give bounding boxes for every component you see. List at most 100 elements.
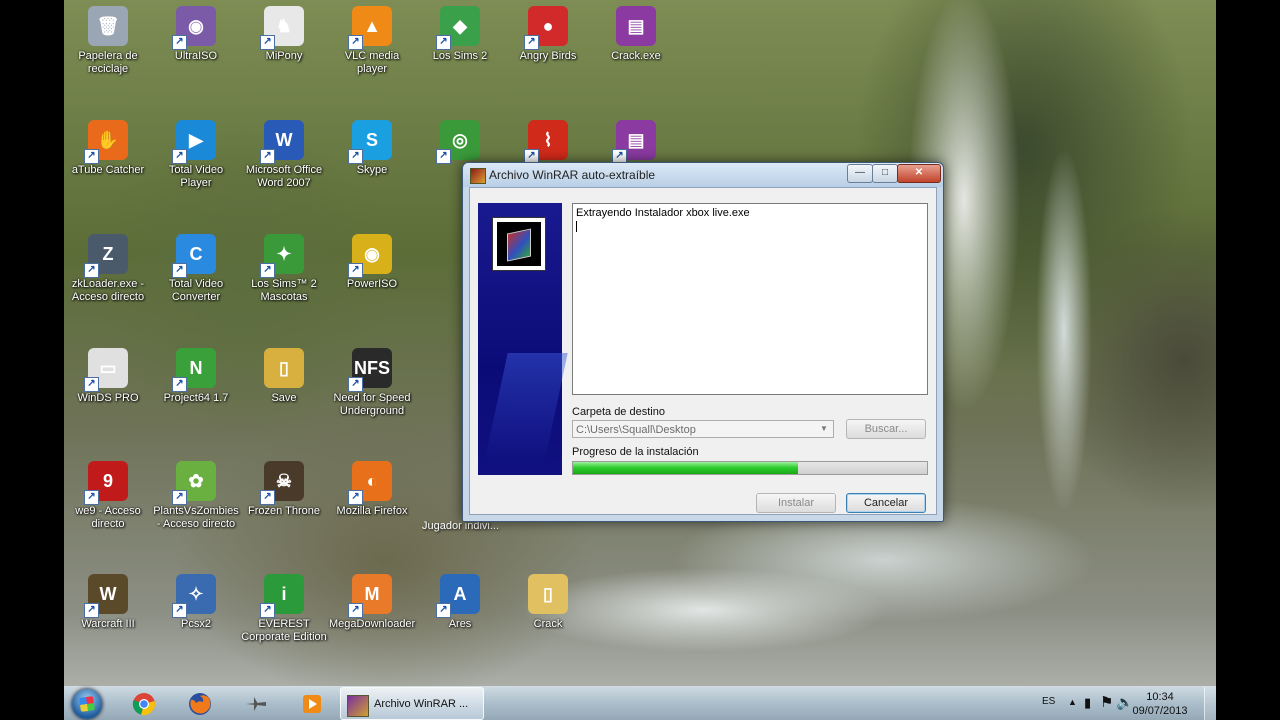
desktop-icon-label: Angry Birds [519, 50, 577, 62]
desktop-icon[interactable]: 9 ↗ we9 - Acceso directo [65, 461, 151, 531]
desktop-icon[interactable]: ✧ ↗ Pcsx2 [153, 574, 239, 631]
desktop-icon[interactable]: M ↗ MegaDownloader [329, 574, 415, 631]
desktop-icon[interactable]: Z ↗ zkLoader.exe - Acceso directo [65, 234, 151, 304]
dest-folder-combo[interactable]: C:\Users\Squall\Desktop ▼ [572, 420, 834, 438]
install-button[interactable]: Instalar [756, 493, 836, 513]
taskbar-firefox[interactable] [174, 690, 226, 718]
desktop-icon[interactable]: ● ↗ Angry Birds [505, 6, 591, 63]
desktop-icon[interactable]: ◆ ↗ Los Sims 2 [417, 6, 503, 63]
shortcut-arrow-icon: ↗ [436, 35, 451, 50]
app-icon: ◆ ↗ [436, 6, 480, 50]
dest-folder-value: C:\Users\Squall\Desktop [576, 424, 696, 436]
task-label: Archivo WinRAR ... [374, 698, 469, 710]
taskbar-chrome[interactable] [118, 690, 170, 718]
desktop-icon[interactable]: C ↗ Total Video Converter [153, 234, 239, 304]
desktop-icon[interactable]: ▶ ↗ Total Video Player [153, 120, 239, 190]
clock[interactable]: 10:34 09/07/2013 [1132, 690, 1188, 718]
desktop-icon[interactable]: ◉ ↗ PowerISO [329, 234, 415, 291]
desktop-icon[interactable]: i ↗ EVEREST Corporate Edition [241, 574, 327, 644]
close-button[interactable]: ✕ [897, 164, 941, 183]
show-hidden-icons-icon[interactable]: ▲ [1068, 697, 1077, 720]
desktop-icon[interactable]: ▯ Crack [505, 574, 591, 631]
desktop-icon-label: Crack.exe [611, 50, 661, 62]
desktop-icon-label: Los Sims 2 [432, 50, 488, 62]
desktop-icon-label: MiPony [265, 50, 303, 62]
desktop-icon[interactable]: ⌇ ↗ [505, 120, 591, 164]
desktop-icon[interactable]: NFS ↗ Need for Speed Underground [329, 348, 415, 418]
desktop-icon[interactable]: ▯ Save [241, 348, 327, 405]
desktop-icon[interactable]: ▭ ↗ WinDS PRO [65, 348, 151, 405]
desktop-icon-label: VLC media player [344, 50, 400, 75]
desktop-icon[interactable]: 🗑 Papelera de reciclaje [65, 6, 151, 76]
progress-fill [573, 462, 798, 474]
desktop-icon[interactable]: ☠ ↗ Frozen Throne [241, 461, 327, 518]
desktop-icon[interactable]: ◐ ↗ Mozilla Firefox [329, 461, 415, 518]
desktop-icon[interactable]: W ↗ Warcraft III [65, 574, 151, 631]
desktop-icon[interactable]: ◎ ↗ [417, 120, 503, 164]
log-line: Extrayendo Instalador xbox live.exe [576, 207, 750, 219]
app-icon: ● ↗ [524, 6, 568, 50]
desktop-icon[interactable]: ▤ ↗ [593, 120, 679, 164]
browse-button[interactable]: Buscar... [846, 419, 926, 439]
desktop-icon-label: Frozen Throne [248, 505, 320, 517]
language-indicator[interactable]: ES [1042, 696, 1055, 720]
desktop-icon[interactable]: ▲ ↗ VLC media player [329, 6, 415, 76]
desktop-icon[interactable]: A ↗ Ares [417, 574, 503, 631]
desktop-icon-label: EVEREST Corporate Edition [241, 618, 327, 643]
start-button[interactable] [66, 687, 110, 720]
left-letterbox [0, 0, 64, 720]
taskbar: Archivo WinRAR ... ES ▲ ▮ ⚑ 🔈 10:34 09/0… [64, 686, 1216, 720]
windows-start-icon [72, 689, 102, 719]
desktop-icon[interactable]: N ↗ Project64 1.7 [153, 348, 239, 405]
cancel-button[interactable]: Cancelar [846, 493, 926, 513]
desktop-icon[interactable]: ✋ ↗ aTube Catcher [65, 120, 151, 177]
app-icon: i ↗ [260, 574, 304, 618]
shortcut-arrow-icon: ↗ [172, 490, 187, 505]
desktop-icon[interactable]: ✦ ↗ Los Sims™ 2 Mascotas [241, 234, 327, 304]
winrar-sfx-dialog: Archivo WinRAR auto-extraíble — □ ✕ Extr… [462, 162, 944, 522]
desktop-icon[interactable]: W ↗ Microsoft Office Word 2007 [241, 120, 327, 190]
desktop-icon-label: Warcraft III [81, 618, 135, 630]
taskbar-media-player[interactable] [286, 690, 338, 718]
app-icon: ◉ ↗ [172, 6, 216, 50]
install-progress-bar [572, 461, 928, 475]
volume-icon[interactable]: 🔈 [1116, 694, 1133, 720]
app-icon: ◎ ↗ [436, 120, 480, 164]
app-icon: C ↗ [172, 234, 216, 278]
desktop-icon-label: Microsoft Office Word 2007 [245, 164, 323, 189]
chevron-down-icon[interactable]: ▼ [817, 421, 831, 437]
shortcut-arrow-icon: ↗ [84, 603, 99, 618]
shortcut-arrow-icon: ↗ [436, 149, 451, 164]
maximize-button[interactable]: □ [872, 164, 898, 183]
shortcut-arrow-icon: ↗ [172, 35, 187, 50]
desktop-icon-label: Project64 1.7 [163, 392, 229, 404]
network-icon[interactable]: ▮ [1084, 695, 1091, 720]
firefox-icon [189, 693, 211, 715]
chrome-icon [132, 693, 155, 715]
clock-date: 09/07/2013 [1132, 705, 1188, 717]
shortcut-arrow-icon: ↗ [84, 490, 99, 505]
taskbar-task-winrar[interactable]: Archivo WinRAR ... [340, 687, 484, 720]
taskbar-aircraft-app[interactable] [230, 690, 282, 718]
app-icon: ✿ ↗ [172, 461, 216, 505]
app-icon: ☠ ↗ [260, 461, 304, 505]
app-icon: ▤ [616, 6, 656, 46]
clock-time: 10:34 [1146, 691, 1174, 703]
desktop-icon[interactable]: ◉ ↗ UltraISO [153, 6, 239, 63]
extraction-log[interactable]: Extrayendo Instalador xbox live.exe [572, 203, 928, 395]
desktop-icon[interactable]: ♞ ↗ MiPony [241, 6, 327, 63]
dialog-title: Archivo WinRAR auto-extraíble [489, 168, 656, 182]
desktop-icon[interactable]: ✿ ↗ PlantsVsZombies - Acceso directo [153, 461, 239, 531]
shortcut-arrow-icon: ↗ [172, 263, 187, 278]
show-desktop-button[interactable] [1204, 687, 1216, 720]
minimize-button[interactable]: — [847, 164, 873, 183]
dialog-titlebar[interactable]: Archivo WinRAR auto-extraíble — □ ✕ [463, 163, 943, 187]
desktop-icon[interactable]: ▤ Crack.exe [593, 6, 679, 63]
desktop-icon-label: Ares [448, 618, 472, 630]
app-icon: ✦ ↗ [260, 234, 304, 278]
action-center-flag-icon[interactable]: ⚑ [1100, 693, 1113, 720]
desktop-icon-label: zkLoader.exe - Acceso directo [71, 278, 145, 303]
app-icon: M ↗ [348, 574, 392, 618]
desktop-icon[interactable]: S ↗ Skype [329, 120, 415, 177]
app-icon: 🗑 [88, 6, 128, 46]
